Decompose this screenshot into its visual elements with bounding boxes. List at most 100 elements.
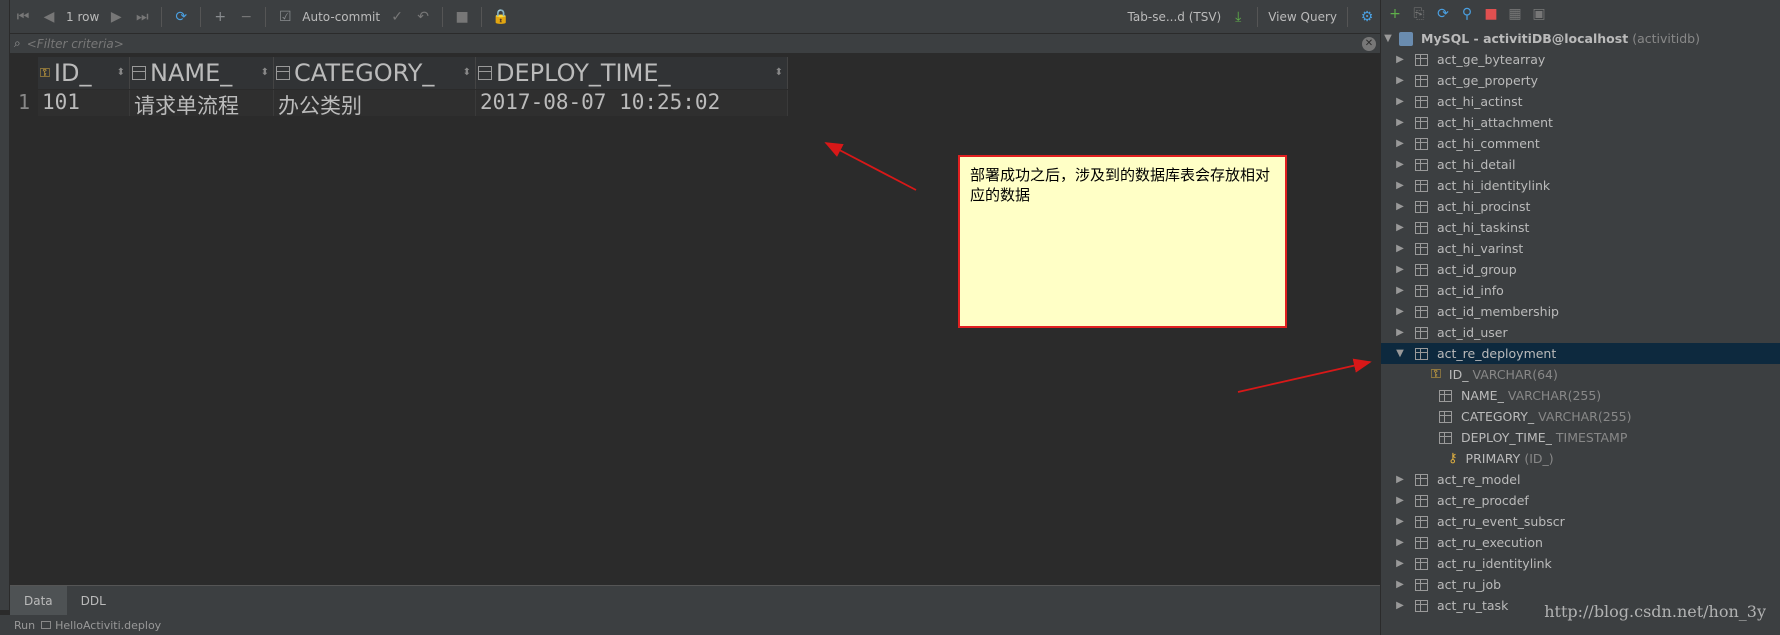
expand-arrow-icon[interactable]: ▶: [1393, 159, 1407, 170]
filter-input[interactable]: <Filter criteria>: [27, 37, 124, 51]
delete-row-icon[interactable]: −: [235, 5, 257, 29]
table-view-icon[interactable]: ▦: [1505, 4, 1525, 24]
add-row-icon[interactable]: +: [209, 5, 231, 29]
collapse-arrow-icon[interactable]: ▼: [1393, 348, 1407, 359]
expand-arrow-icon[interactable]: ▶: [1393, 222, 1407, 233]
tree-column-item[interactable]: NAME_ VARCHAR(255): [1381, 385, 1780, 406]
expand-arrow-icon[interactable]: ▶: [1393, 117, 1407, 128]
export-format-select[interactable]: Tab-se...d (TSV): [1124, 10, 1226, 24]
tree-table-item[interactable]: ▶ act_hi_procinst: [1381, 196, 1780, 217]
expand-arrow-icon[interactable]: ▶: [1393, 243, 1407, 254]
expand-arrow-icon[interactable]: ▶: [1393, 285, 1407, 296]
run-target[interactable]: HelloActiviti.deploy: [55, 619, 161, 632]
expand-arrow-icon[interactable]: ▶: [1393, 264, 1407, 275]
expand-arrow-icon[interactable]: ▶: [1393, 327, 1407, 338]
sort-icon[interactable]: ⬍: [775, 67, 783, 78]
table-icon: [1415, 494, 1428, 507]
cell-category[interactable]: 办公类别: [274, 90, 476, 116]
settings-gear-icon[interactable]: ⚙: [1356, 5, 1378, 29]
expand-arrow-icon[interactable]: ▶: [1393, 306, 1407, 317]
tree-root-datasource[interactable]: ▼ MySQL - activitiDB@localhost (activiti…: [1381, 28, 1780, 49]
tree-column-item[interactable]: DEPLOY_TIME_ TIMESTAMP: [1381, 427, 1780, 448]
table-icon: [1415, 515, 1428, 528]
cell-name[interactable]: 请求单流程: [130, 90, 274, 116]
expand-arrow-icon[interactable]: ▶: [1393, 138, 1407, 149]
expand-arrow-icon[interactable]: ▶: [1393, 516, 1407, 527]
sort-icon[interactable]: ⬍: [117, 67, 125, 78]
download-icon[interactable]: ⤓: [1227, 5, 1249, 29]
table-row[interactable]: 1 101 请求单流程 办公类别 2017-08-07 10:25:02: [10, 90, 788, 116]
column-header-deploy-time[interactable]: DEPLOY_TIME_ ⬍: [476, 57, 788, 89]
tree-table-item[interactable]: ▶ act_hi_actinst: [1381, 91, 1780, 112]
view-query-button[interactable]: View Query: [1264, 10, 1341, 24]
filter-bar: ⌕ <Filter criteria> ✕: [10, 34, 1380, 54]
tab-data[interactable]: Data: [10, 585, 67, 616]
expand-arrow-icon[interactable]: ▶: [1393, 579, 1407, 590]
table-label: act_ru_event_subscr: [1437, 514, 1565, 529]
expand-arrow-icon[interactable]: ▶: [1393, 201, 1407, 212]
clear-filter-icon[interactable]: ✕: [1362, 37, 1376, 51]
expand-arrow-icon[interactable]: ▶: [1393, 75, 1407, 86]
expand-arrow-icon[interactable]: ▶: [1393, 537, 1407, 548]
refresh-icon[interactable]: ⟳: [170, 5, 192, 29]
tree-table-item[interactable]: ▶ act_hi_comment: [1381, 133, 1780, 154]
column-header-category[interactable]: CATEGORY_ ⬍: [274, 57, 476, 89]
tree-table-item[interactable]: ▶ act_ru_identitylink: [1381, 553, 1780, 574]
tree-table-item[interactable]: ▶ act_id_user: [1381, 322, 1780, 343]
tree-table-item[interactable]: ▶ act_re_model: [1381, 469, 1780, 490]
tree-table-item[interactable]: ▶ act_hi_taskinst: [1381, 217, 1780, 238]
autocommit-checkbox[interactable]: ☑: [274, 5, 296, 29]
expand-arrow-icon[interactable]: ▶: [1393, 54, 1407, 65]
commit-icon[interactable]: ✓: [386, 5, 408, 29]
tree-table-item[interactable]: ▶ act_ru_execution: [1381, 532, 1780, 553]
rollback-icon[interactable]: ↶: [412, 5, 434, 29]
expand-arrow-icon[interactable]: ▶: [1393, 96, 1407, 107]
expand-arrow-icon[interactable]: ▶: [1393, 180, 1407, 191]
lock-icon[interactable]: 🔒: [490, 5, 512, 29]
next-page-icon[interactable]: ▶: [105, 5, 127, 29]
filter-icon[interactable]: ⚲: [1457, 4, 1477, 24]
expand-arrow-icon[interactable]: ▼: [1381, 33, 1395, 44]
tree-table-item[interactable]: ▶ act_hi_identitylink: [1381, 175, 1780, 196]
column-header-label: NAME_: [150, 59, 233, 87]
tree-table-item[interactable]: ▶ act_ru_event_subscr: [1381, 511, 1780, 532]
column-header-name[interactable]: NAME_ ⬍: [130, 57, 274, 89]
tree-table-item[interactable]: ▶ act_re_procdef: [1381, 490, 1780, 511]
tree-column-item[interactable]: ⚿ ID_ VARCHAR(64): [1381, 364, 1780, 385]
expand-arrow-icon[interactable]: ▶: [1393, 474, 1407, 485]
table-label: act_hi_taskinst: [1437, 220, 1530, 235]
tree-table-item[interactable]: ▶ act_ru_job: [1381, 574, 1780, 595]
stop-icon[interactable]: ■: [451, 5, 473, 29]
tree-column-item[interactable]: CATEGORY_ VARCHAR(255): [1381, 406, 1780, 427]
expand-arrow-icon[interactable]: ▶: [1393, 495, 1407, 506]
tree-table-item[interactable]: ▶ act_id_info: [1381, 280, 1780, 301]
refresh-icon[interactable]: ⟳: [1433, 4, 1453, 24]
expand-arrow-icon[interactable]: ▶: [1393, 600, 1407, 611]
column-header-id[interactable]: ⚿ ID_ ⬍: [38, 57, 130, 89]
first-page-icon[interactable]: ⏮: [12, 5, 34, 29]
prev-page-icon[interactable]: ◀: [38, 5, 60, 29]
bottom-tab-bar: Data DDL: [10, 585, 1380, 616]
tree-primary-key[interactable]: ⚷ PRIMARY (ID_): [1381, 448, 1780, 469]
table-label: act_re_model: [1437, 472, 1521, 487]
tree-table-item[interactable]: ▶ act_id_membership: [1381, 301, 1780, 322]
tree-table-item[interactable]: ▶ act_ge_property: [1381, 70, 1780, 91]
tab-ddl[interactable]: DDL: [67, 586, 120, 616]
tree-table-item[interactable]: ▶ act_hi_varinst: [1381, 238, 1780, 259]
column-type: VARCHAR(64): [1472, 367, 1558, 382]
sort-icon[interactable]: ⬍: [463, 67, 471, 78]
console-icon[interactable]: ▣: [1529, 4, 1549, 24]
tree-table-selected[interactable]: ▼ act_re_deployment: [1381, 343, 1780, 364]
copy-icon[interactable]: ⎘: [1409, 4, 1429, 24]
expand-arrow-icon[interactable]: ▶: [1393, 558, 1407, 569]
tree-table-item[interactable]: ▶ act_ge_bytearray: [1381, 49, 1780, 70]
add-icon[interactable]: +: [1385, 4, 1405, 24]
stop-icon[interactable]: ■: [1481, 4, 1501, 24]
tree-table-item[interactable]: ▶ act_hi_detail: [1381, 154, 1780, 175]
last-page-icon[interactable]: ⏭: [131, 5, 153, 29]
cell-id[interactable]: 101: [38, 90, 130, 116]
cell-deploy-time[interactable]: 2017-08-07 10:25:02: [476, 90, 788, 116]
tree-table-item[interactable]: ▶ act_id_group: [1381, 259, 1780, 280]
tree-table-item[interactable]: ▶ act_hi_attachment: [1381, 112, 1780, 133]
sort-icon[interactable]: ⬍: [261, 67, 269, 78]
